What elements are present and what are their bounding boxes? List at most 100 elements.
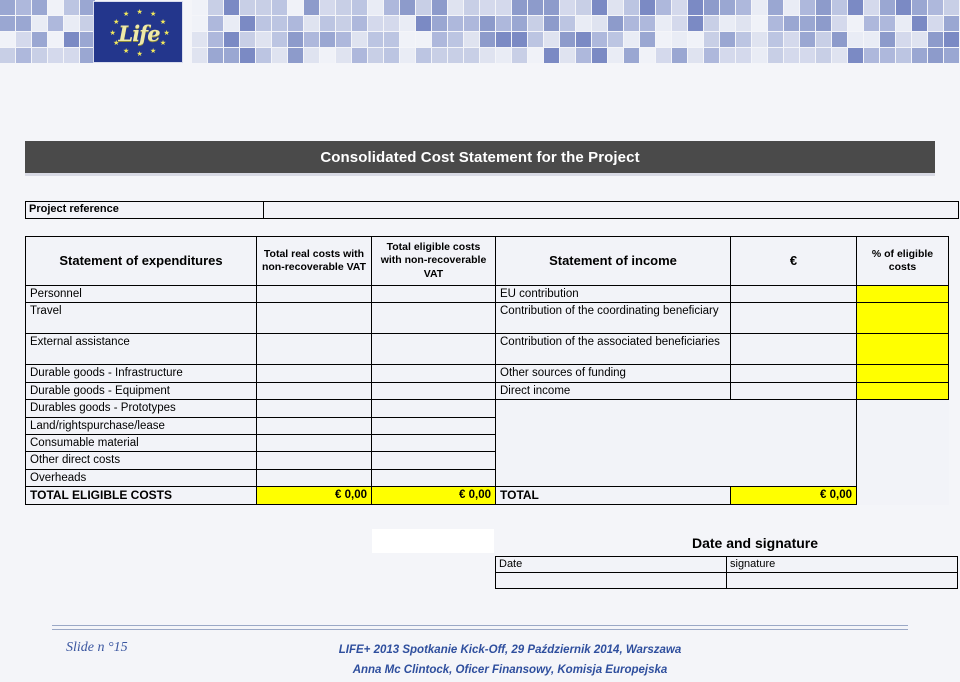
mosaic-tile [0,32,15,47]
mosaic-tile [576,0,591,15]
expenditure-eligible-cost-6[interactable] [371,416,496,435]
expenditure-eligible-cost-2[interactable] [371,333,496,366]
expenditure-eligible-cost-0[interactable] [371,284,496,304]
mosaic-tile [880,48,895,63]
mosaic-tile [560,16,575,31]
expenditure-real-cost-3[interactable] [256,364,372,383]
mosaic-tile [224,16,239,31]
income-pct-0[interactable] [856,284,949,304]
mosaic-tile [784,16,799,31]
mosaic-tile [512,16,527,31]
expenditure-label-0: Personnel [25,284,257,304]
mosaic-tile [256,32,271,47]
date-label: Date [495,556,727,573]
expenditure-real-cost-8[interactable] [256,451,372,470]
expenditure-eligible-cost-4[interactable] [371,381,496,401]
mosaic-tile [848,48,863,63]
mosaic-tile [16,0,31,15]
income-euro-1[interactable] [730,302,857,335]
mosaic-tile [928,32,943,47]
expenditure-real-cost-7[interactable] [256,433,372,453]
mosaic-tile [640,48,655,63]
expenditure-real-cost-5[interactable] [256,399,372,418]
expenditure-eligible-cost-8[interactable] [371,451,496,470]
mosaic-tile [224,32,239,47]
project-reference-input[interactable] [263,201,959,219]
cost-statement-sheet: Project reference Statement of expenditu… [25,201,959,505]
income-label-4: Direct income [495,381,731,401]
mosaic-tile [288,32,303,47]
mosaic-tile [832,48,847,63]
mosaic-tile [752,16,767,31]
mosaic-tile [464,32,479,47]
income-pct-1[interactable] [856,302,949,335]
mosaic-tile [32,32,47,47]
mosaic-tile [464,0,479,15]
mosaic-tile [512,48,527,63]
expenditure-eligible-cost-5[interactable] [371,399,496,418]
mosaic-tile [560,32,575,47]
mosaic-tile [416,32,431,47]
mosaic-tile [912,32,927,47]
income-pct-4[interactable] [856,381,949,401]
mosaic-tile [352,48,367,63]
mosaic-tile [288,16,303,31]
expenditure-label-9: Overheads [25,468,257,488]
income-empty-area [495,399,731,487]
income-euro-4[interactable] [730,381,857,401]
mosaic-tile [48,48,63,63]
mosaic-tile [896,0,911,15]
income-euro-0[interactable] [730,284,857,304]
total-eligible-costs-real-value: € 0,00 [256,486,372,505]
mosaic-tile [336,16,351,31]
mosaic-tile [720,16,735,31]
expenditure-eligible-cost-9[interactable] [371,468,496,488]
signature-input[interactable] [726,572,958,589]
expenditure-real-cost-4[interactable] [256,381,372,401]
expenditure-eligible-cost-3[interactable] [371,364,496,383]
mosaic-tile [208,32,223,47]
mosaic-tile [464,16,479,31]
expenditure-real-cost-2[interactable] [256,333,372,366]
mosaic-tile [800,0,815,15]
slide-number: Slide n °15 [66,640,128,655]
mosaic-tile [480,32,495,47]
mosaic-tile [496,16,511,31]
table-header-row: Date signature [495,556,958,573]
mosaic-tile [64,32,79,47]
mosaic-tile [544,32,559,47]
expenditure-real-cost-1[interactable] [256,302,372,335]
mosaic-tile [544,16,559,31]
expenditure-real-cost-9[interactable] [256,468,372,488]
income-empty-euro-area [730,399,857,487]
expenditure-eligible-cost-7[interactable] [371,433,496,453]
table-header-row: Statement of expenditures Total real cos… [25,236,949,286]
mosaic-tile [592,32,607,47]
expenditure-label-1: Travel [25,302,257,335]
expenditure-eligible-cost-1[interactable] [371,302,496,335]
header-total-eligible-costs: Total eligible costs with non-recoverabl… [371,236,496,286]
expenditure-real-cost-0[interactable] [256,284,372,304]
income-total-pct-empty [856,486,949,505]
signature-label: signature [726,556,958,573]
expenditure-label-8: Other direct costs [25,451,257,470]
mosaic-tile [688,48,703,63]
income-euro-3[interactable] [730,364,857,383]
mosaic-tile [416,0,431,15]
footer-line-event: LIFE+ 2013 Spotkanie Kick-Off, 29 Paździ… [338,644,682,656]
mosaic-tile [880,0,895,15]
mosaic-tile [816,0,831,15]
mosaic-tile [528,16,543,31]
mosaic-tile [16,16,31,31]
total-eligible-costs-eligible-value: € 0,00 [371,486,496,505]
income-pct-3[interactable] [856,364,949,383]
income-label-2: Contribution of the associated beneficia… [495,333,731,366]
table-row: Durables goods - Prototypes [25,399,949,487]
date-input[interactable] [495,572,727,589]
expenditure-real-cost-6[interactable] [256,416,372,435]
mosaic-tile [384,16,399,31]
mosaic-tile [560,0,575,15]
income-pct-2[interactable] [856,333,949,366]
income-euro-2[interactable] [730,333,857,366]
income-empty-pct-area [856,399,949,487]
